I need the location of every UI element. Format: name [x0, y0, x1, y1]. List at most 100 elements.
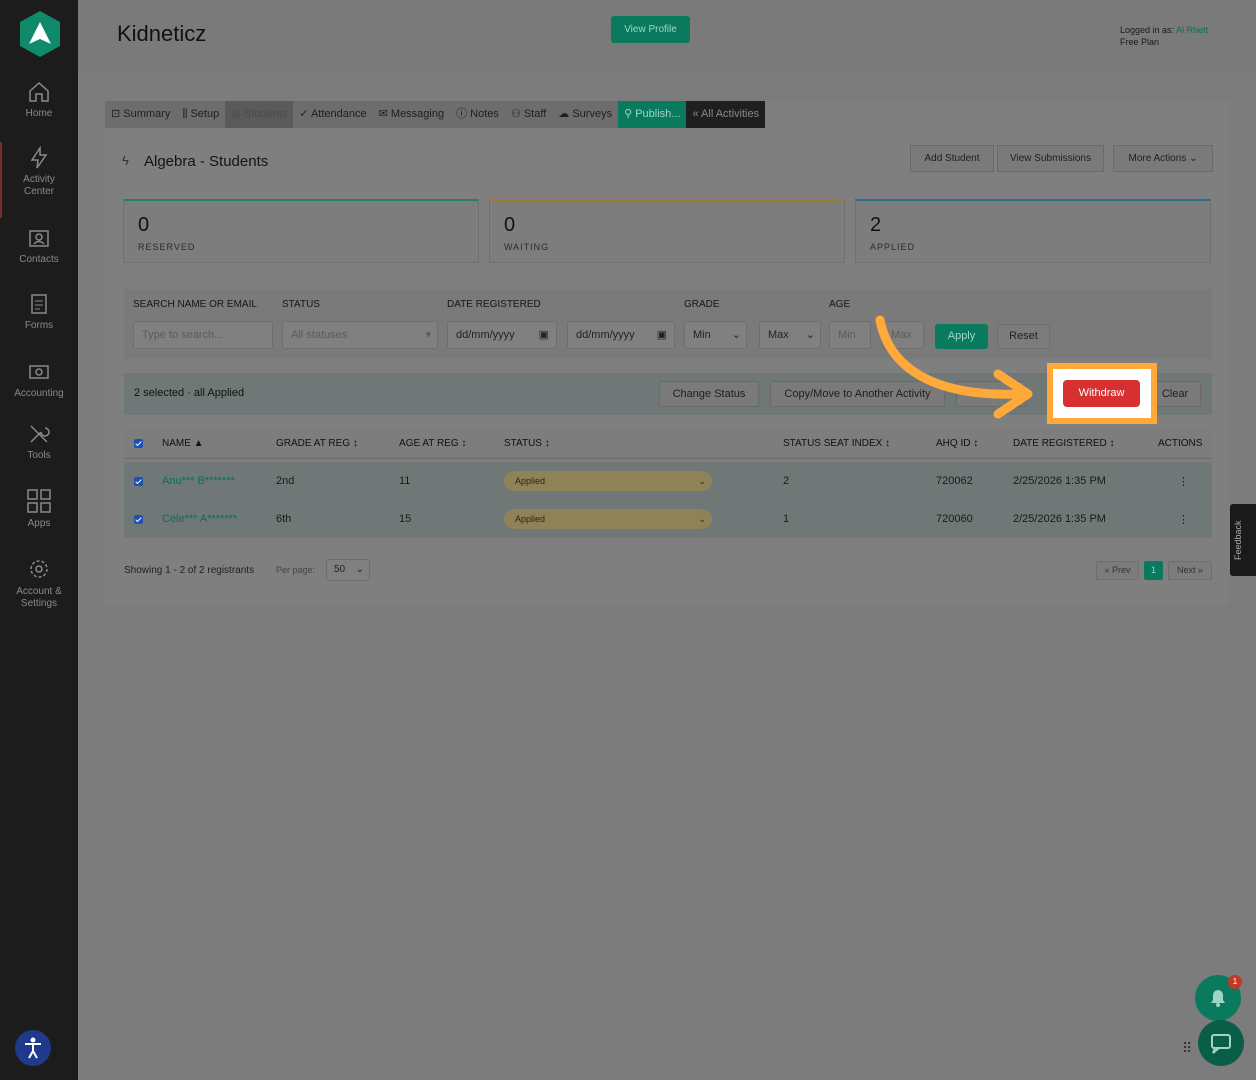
- grade-max-value: Max: [768, 329, 789, 341]
- tab-staff[interactable]: ⚇ Staff: [504, 101, 553, 128]
- tab-notes[interactable]: ⓘ Notes: [450, 101, 505, 128]
- caret-down-icon: ▾: [425, 329, 431, 341]
- col-seat-index[interactable]: STATUS SEAT INDEX ↕: [783, 438, 890, 449]
- tab-all-activities[interactable]: « All Activities: [686, 101, 766, 128]
- app-logo-icon[interactable]: [19, 10, 61, 58]
- grade-label: GRADE: [684, 299, 720, 310]
- per-page-select[interactable]: 50 ⌄: [326, 559, 370, 581]
- table-header: NAME ▲ GRADE AT REG ↕ AGE AT REG ↕ STATU…: [124, 427, 1212, 459]
- stat-reserved: 0 RESERVED: [123, 199, 479, 263]
- grade-max-select[interactable]: Max ⌄: [759, 321, 821, 349]
- col-age[interactable]: AGE AT REG ↕: [399, 438, 466, 449]
- logged-in-prefix: Logged in as:: [1120, 25, 1175, 35]
- prev-page-button[interactable]: « Prev: [1096, 561, 1139, 580]
- stat-label: APPLIED: [870, 242, 916, 252]
- page-title: Kidneticz: [117, 21, 207, 46]
- stat-waiting: 0 WAITING: [489, 199, 845, 263]
- grade-cell: 2nd: [276, 475, 295, 487]
- status-select[interactable]: Applied ⌄: [504, 471, 712, 491]
- sidebar-item-forms[interactable]: Forms: [0, 292, 78, 332]
- row-actions-menu[interactable]: ⋮: [1178, 475, 1189, 488]
- col-status[interactable]: STATUS ↕: [504, 438, 550, 449]
- date-from-input[interactable]: dd/mm/yyyy ▣: [447, 321, 557, 349]
- stat-applied: 2 APPLIED: [855, 199, 1211, 263]
- age-cell: 11: [399, 475, 411, 487]
- row-checkbox[interactable]: [134, 515, 143, 524]
- drag-handle-icon[interactable]: ⠿: [1182, 1040, 1192, 1057]
- tab-label: Setup: [190, 108, 220, 120]
- more-actions-button[interactable]: More Actions ⌄: [1113, 145, 1213, 172]
- status-select[interactable]: All statuses ▾: [282, 321, 438, 349]
- home-icon: [29, 81, 49, 102]
- col-date-registered[interactable]: DATE REGISTERED ↕: [1013, 438, 1115, 449]
- status-select[interactable]: Applied ⌄: [504, 509, 712, 529]
- sidebar-item-activity-center[interactable]: Activity Center: [0, 142, 78, 218]
- date-cell: 2/25/2026 1:35 PM: [1013, 475, 1106, 487]
- date-cell: 2/25/2026 1:35 PM: [1013, 513, 1106, 525]
- sidebar-item-label: Activity Center: [23, 174, 55, 197]
- feedback-tab[interactable]: Feedback: [1230, 504, 1256, 576]
- callout-arrow-icon: [875, 315, 1033, 419]
- sidebar-item-account-settings[interactable]: Account & Settings: [0, 556, 78, 610]
- apps-icon: [27, 489, 51, 513]
- sidebar-item-accounting[interactable]: Accounting: [0, 360, 78, 400]
- forms-icon: [31, 294, 47, 314]
- tab-label: Summary: [123, 108, 171, 120]
- page-1-button[interactable]: 1: [1144, 561, 1163, 580]
- view-submissions-button[interactable]: View Submissions: [997, 145, 1104, 172]
- date-to-input[interactable]: dd/mm/yyyy ▣: [567, 321, 675, 349]
- tab-publish[interactable]: ⚲ Publish...: [618, 101, 687, 128]
- section-title: Algebra - Students: [144, 153, 269, 170]
- sidebar-item-apps[interactable]: Apps: [0, 488, 78, 530]
- contacts-icon: [29, 230, 49, 247]
- chevron-down-icon: ⌄: [355, 564, 364, 575]
- stat-label: WAITING: [504, 242, 550, 252]
- showing-count: Showing 1 - 2 of 2 registrants: [124, 565, 255, 576]
- chevron-down-icon: ⌄: [731, 329, 741, 341]
- tab-surveys[interactable]: ☁ Surveys: [552, 101, 619, 128]
- col-grade[interactable]: GRADE AT REG ↕: [276, 438, 358, 449]
- sidebar-item-home[interactable]: Home: [0, 80, 78, 120]
- row-actions-menu[interactable]: ⋮: [1178, 513, 1189, 526]
- sidebar-item-tools[interactable]: Tools: [0, 422, 78, 462]
- activity-panel: ⊡ Summary ⫼ Setup ◎ Students ✓ Attendanc…: [105, 101, 1229, 604]
- tab-students[interactable]: ◎ Students: [225, 101, 294, 128]
- date-from-value: dd/mm/yyyy: [456, 329, 515, 341]
- stat-label: RESERVED: [138, 242, 196, 252]
- age-min-input[interactable]: Min: [829, 321, 871, 349]
- accessibility-button[interactable]: [15, 1030, 51, 1066]
- chat-button[interactable]: [1198, 1020, 1244, 1066]
- tab-attendance[interactable]: ✓ Attendance: [293, 101, 373, 128]
- date-to-value: dd/mm/yyyy: [576, 329, 635, 341]
- main-content: Kidneticz View Profile Logged in as: Al …: [78, 0, 1256, 1080]
- settings-icon: [30, 560, 48, 578]
- tab-summary[interactable]: ⊡ Summary: [105, 101, 177, 128]
- grade-min-select[interactable]: Min ⌄: [684, 321, 747, 349]
- student-name-link[interactable]: Cele*** A*******: [162, 513, 237, 525]
- select-all-checkbox[interactable]: [134, 439, 143, 448]
- col-name[interactable]: NAME ▲: [162, 438, 204, 449]
- search-input[interactable]: Type to search...: [133, 321, 273, 349]
- add-student-button[interactable]: Add Student: [910, 145, 994, 172]
- bolt-icon: ϟ: [122, 153, 129, 168]
- user-link[interactable]: Al Rhett: [1176, 25, 1208, 35]
- sidebar-item-contacts[interactable]: Contacts: [0, 226, 78, 266]
- tab-messaging[interactable]: ✉ Messaging: [372, 101, 451, 128]
- row-checkbox[interactable]: [134, 477, 143, 486]
- calendar-icon: ▣: [538, 329, 549, 341]
- tab-setup[interactable]: ⫼ Setup: [176, 101, 226, 128]
- chat-icon: [1211, 1034, 1231, 1054]
- next-page-button[interactable]: Next »: [1168, 561, 1212, 580]
- col-actions: ACTIONS: [1158, 438, 1203, 449]
- status-value: Applied: [515, 476, 546, 486]
- chevron-down-icon: ⌄: [698, 476, 706, 486]
- change-status-button[interactable]: Change Status: [659, 381, 759, 407]
- student-name-link[interactable]: Anu*** B*******: [162, 475, 235, 487]
- col-ahq-id[interactable]: AHQ ID ↕: [936, 438, 978, 449]
- calendar-icon: ▣: [656, 329, 667, 341]
- grade-min-value: Min: [693, 329, 711, 341]
- withdraw-button[interactable]: Withdraw: [1063, 380, 1140, 407]
- tools-icon: [30, 425, 50, 443]
- stat-value: 0: [138, 214, 150, 236]
- view-profile-button[interactable]: View Profile: [611, 16, 690, 43]
